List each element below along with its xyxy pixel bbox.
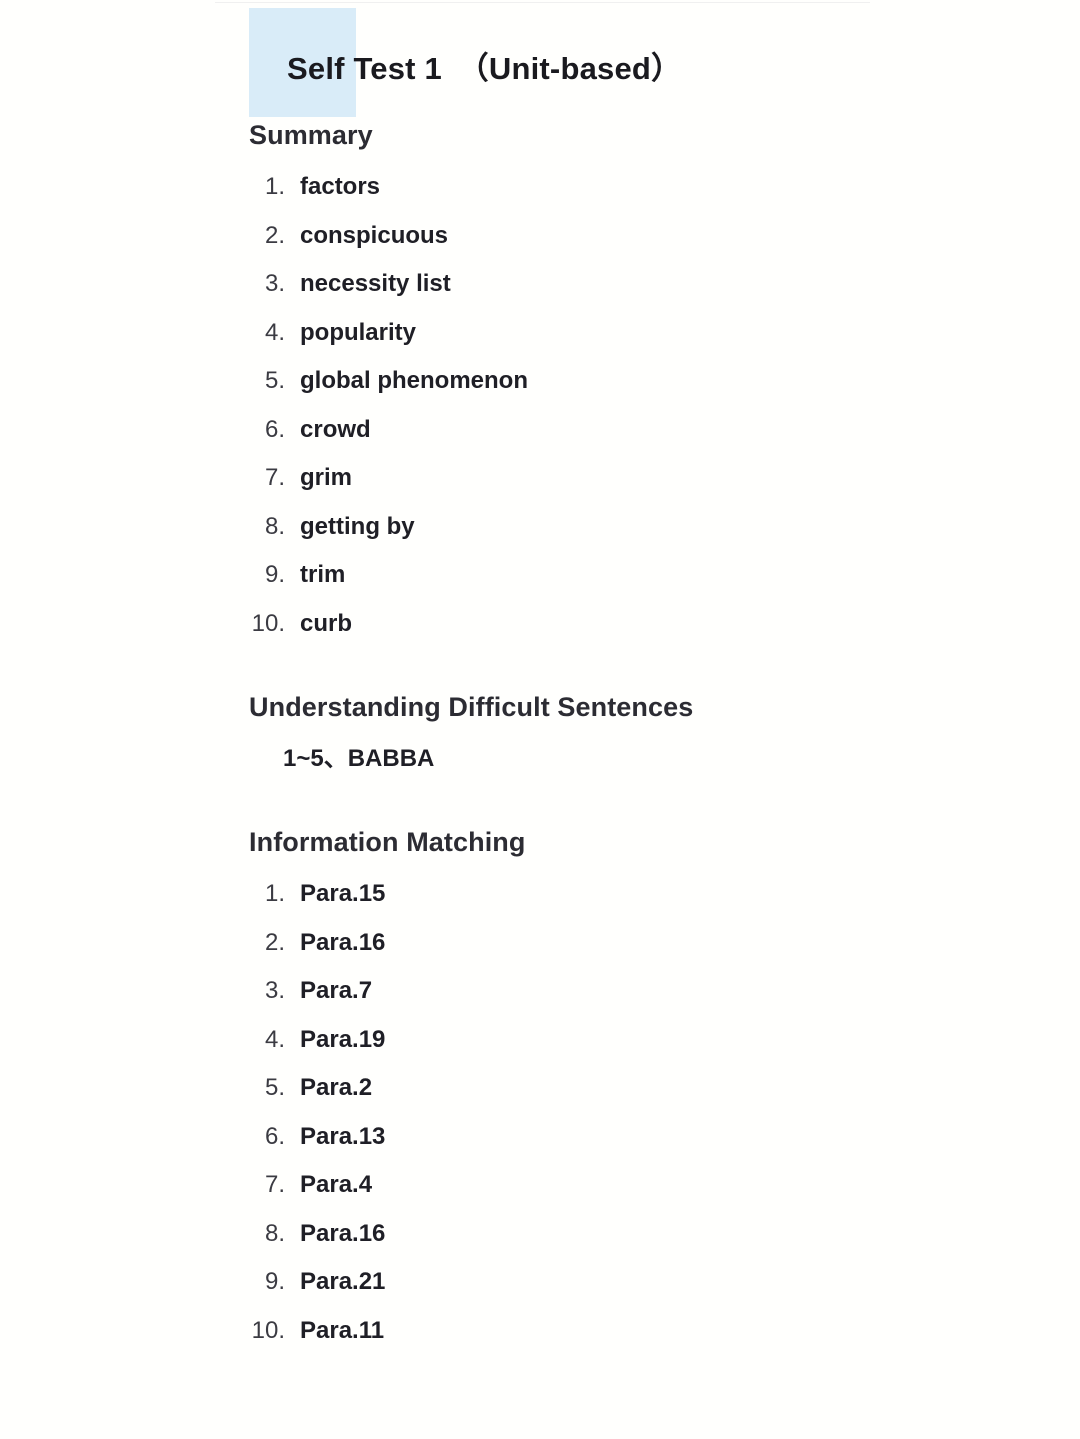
list-item: 7. Para.4 (249, 1161, 1080, 1210)
list-item-answer: grim (300, 464, 353, 492)
list-item: 10. Para.11 (249, 1307, 1080, 1356)
list-item: 5. global phenomenon (249, 357, 1080, 406)
list-item-answer: factors (300, 173, 381, 201)
list-item-number: 3. (264, 977, 285, 1005)
list-item-answer: global phenomenon (300, 367, 528, 395)
list-item-answer: conspicuous (300, 221, 449, 249)
section-information-matching: Information Matching 1. Para.15 2. Para.16 3… (249, 825, 1080, 1355)
document-title-row: Self Test 1 （Unit-based） (249, 8, 1080, 118)
list-item-answer: Para.15 (300, 880, 386, 908)
list-item: 10. curb (249, 600, 1080, 649)
list-item: 6. crowd (249, 406, 1080, 455)
answer-list-information-matching: 1. Para.15 2. Para.16 3. Para.7 4. Para.19 5. Par… (249, 870, 1080, 1355)
list-item-number: 1. (264, 173, 285, 201)
list-item: 9. Para.21 (249, 1258, 1080, 1307)
document-page: Self Test 1 （Unit-based） Summary 1. facto… (0, 0, 1080, 1355)
section-heading-understanding-difficult-sentences: Understanding Difficult Sentences (249, 692, 694, 723)
list-item: 5. Para.2 (249, 1064, 1080, 1113)
section-summary: Summary 1. factors 2. conspicuous 3. necessit… (249, 118, 1080, 648)
list-item-number: 9. (264, 561, 285, 589)
list-item-number: 8. (264, 512, 285, 540)
list-item: 8. getting by (249, 503, 1080, 552)
answer-line-understanding-difficult-sentences: 1~5、BABBA (283, 745, 435, 773)
list-item-answer: getting by (300, 512, 415, 540)
page-title: Self Test 1 （Unit-based） (287, 51, 683, 86)
list-item-number: 9. (264, 1268, 285, 1296)
list-item-answer: Para.16 (300, 928, 386, 956)
list-item-number: 2. (264, 928, 285, 956)
list-item-answer: crowd (300, 415, 371, 443)
list-item: 6. Para.13 (249, 1113, 1080, 1162)
section-heading-information-matching: Information Matching (249, 827, 526, 858)
list-item-answer: Para.13 (300, 1122, 386, 1150)
list-item-number: 7. (264, 464, 285, 492)
list-item: 4. Para.19 (249, 1016, 1080, 1065)
list-item: 2. Para.16 (249, 919, 1080, 968)
list-item-number: 4. (264, 318, 285, 346)
list-item-answer: Para.2 (300, 1074, 373, 1102)
list-item: 7. grim (249, 454, 1080, 503)
list-item: 1. Para.15 (249, 870, 1080, 919)
list-item-answer: Para.11 (300, 1316, 385, 1344)
list-item-number: 3. (264, 270, 285, 298)
list-item-number: 5. (264, 367, 285, 395)
list-item-answer: curb (300, 609, 353, 637)
list-item: 3. Para.7 (249, 967, 1080, 1016)
list-item: 8. Para.16 (249, 1210, 1080, 1259)
list-item-number: 10. (251, 1316, 285, 1344)
list-item-number: 6. (264, 415, 285, 443)
list-item-number: 5. (264, 1074, 285, 1102)
list-item-answer: popularity (300, 318, 417, 346)
list-item-answer: Para.4 (300, 1171, 373, 1199)
list-item-number: 7. (264, 1171, 285, 1199)
list-item-number: 6. (264, 1122, 285, 1150)
answer-list-summary: 1. factors 2. conspicuous 3. necessity list 4.… (249, 163, 1080, 648)
list-item: 2. conspicuous (249, 212, 1080, 261)
list-item-answer: Para.19 (300, 1025, 386, 1053)
list-item: 1. factors (249, 163, 1080, 212)
list-item-number: 4. (264, 1025, 285, 1053)
list-item-number: 2. (264, 221, 285, 249)
section-heading-summary: Summary (249, 120, 373, 150)
list-item-number: 8. (264, 1219, 285, 1247)
list-item-answer: necessity list (300, 270, 451, 298)
list-item: 4. popularity (249, 309, 1080, 358)
list-item: 9. trim (249, 551, 1080, 600)
list-item-answer: Para.21 (300, 1268, 386, 1296)
list-item: 3. necessity list (249, 260, 1080, 309)
list-item-answer: trim (300, 561, 346, 589)
list-item-number: 10. (251, 609, 285, 637)
list-item-answer: Para.7 (300, 977, 373, 1005)
section-understanding-difficult-sentences: Understanding Difficult Sentences 1~5、BA… (249, 690, 1080, 783)
list-item-answer: Para.16 (300, 1219, 386, 1247)
list-item-number: 1. (264, 880, 285, 908)
